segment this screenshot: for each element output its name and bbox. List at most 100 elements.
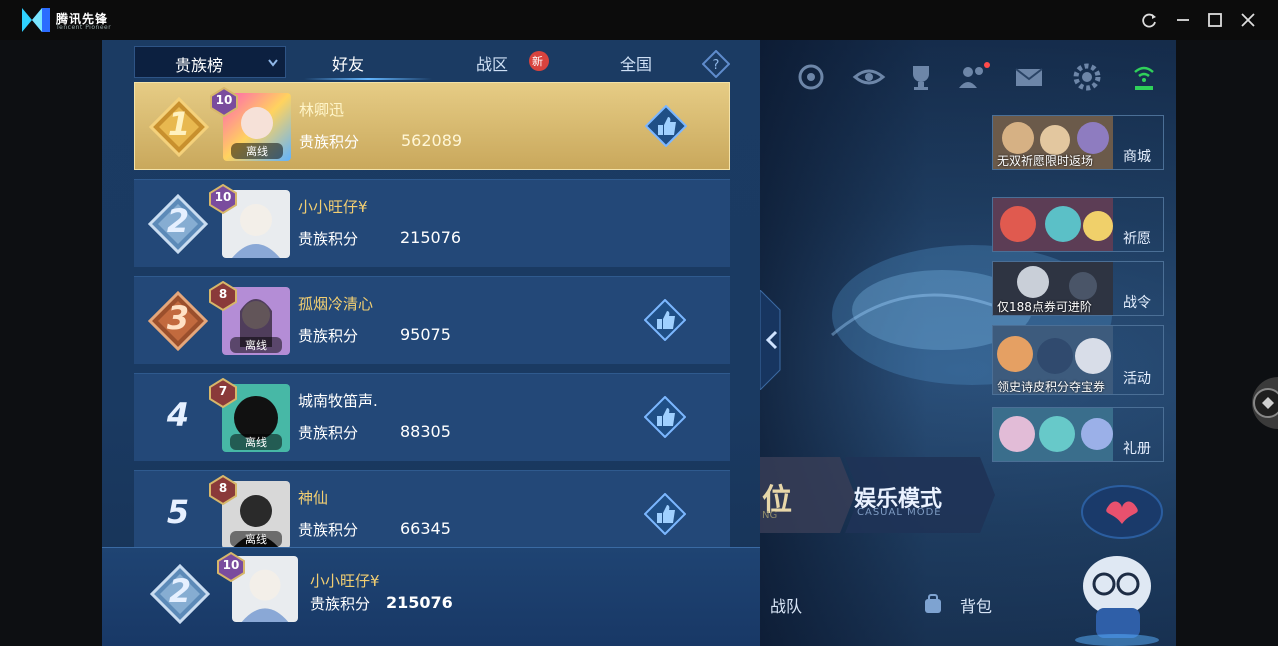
score-label: 贵族积分 [298,521,359,539]
my-noble-level: 10 [222,558,240,572]
mail-icon[interactable] [1012,60,1046,94]
wish-artwork [993,198,1113,251]
board-type-label: 贵族榜 [175,56,224,75]
target-icon[interactable] [794,60,828,94]
rank-number: 1 [167,105,191,143]
offline-tag: 离线 [230,337,282,353]
event-card-pass[interactable]: 战令 仅188点券可进阶 [992,261,1164,316]
rank-number: 2 [166,202,190,240]
board-type-dropdown[interactable]: 贵族榜 [134,46,286,78]
left-gutter [0,40,102,646]
game-viewport: 商城 无双祈愿限时返场 祈愿 战令 仅188点券可进阶 活动 领史诗皮积分夺宝券… [102,40,1176,646]
noble-level: 8 [208,281,238,311]
app-logo-icon [22,8,50,32]
score-value: 66345 [400,519,451,538]
tab-national[interactable]: 全国 [620,51,652,75]
noble-level-text: 10 [215,93,233,107]
leaderboard-row[interactable]: 1 离线 10 林卿迅 贵族积分 562089 [134,82,730,170]
minimize-icon[interactable] [1173,10,1193,30]
my-player-name: 小小旺仔¥ [310,572,380,590]
window-titlebar: 腾讯先锋 Tencent Pioneer [0,0,1278,40]
app-brand: 腾讯先锋 Tencent Pioneer [20,6,140,34]
my-rank-number: 2 [168,572,192,610]
like-thumb-icon[interactable] [645,105,687,147]
like-thumb-icon[interactable] [644,299,686,341]
event-card-caption: 领史诗皮积分夺宝券 [997,380,1106,394]
score-value: 88305 [400,422,451,441]
event-cards: 商城 无双祈愿限时返场 祈愿 战令 仅188点券可进阶 活动 领史诗皮积分夺宝券… [992,115,1164,465]
refresh-icon[interactable] [1139,10,1159,30]
right-gutter [1176,40,1278,646]
event-card-shop[interactable]: 商城 无双祈愿限时返场 [992,115,1164,170]
nav-backpack[interactable]: 背包 [960,593,992,617]
trophy-icon[interactable] [904,60,938,94]
collapse-panel-handle[interactable] [760,290,792,390]
noble-level: 10 [209,87,239,117]
noble-level: 8 [208,475,238,505]
nav-team[interactable]: 战队 [770,593,802,617]
player-name: 小小旺仔¥ [298,198,368,216]
rank-number: 3 [166,299,190,337]
score-value: 95075 [400,325,451,344]
new-badge-label: 新 [532,55,543,68]
ranked-mode-sub: NG [762,510,778,521]
leaderboard-row[interactable]: 3 离线 8 孤烟冷清心 贵族积分 95075 [134,276,730,364]
noble-level-text: 10 [214,190,232,204]
player-name: 城南牧笛声. [298,392,378,410]
friends-icon[interactable] [956,60,990,94]
event-card-wish[interactable]: 祈愿 [992,197,1164,252]
player-name: 林卿迅 [299,101,345,119]
maximize-icon[interactable] [1205,10,1225,30]
lobby-top-icons [792,60,1176,100]
player-name: 神仙 [298,489,329,507]
svg-text:?: ? [713,58,720,73]
event-card-side-label: 活动 [1123,371,1151,387]
event-card-caption: 无双祈愿限时返场 [997,154,1094,168]
close-icon[interactable] [1238,10,1258,30]
leaderboard-row[interactable]: 4 离线 7 城南牧笛声. 贵族积分 88305 [134,373,730,461]
my-score-label: 贵族积分 [310,595,371,613]
offline-tag: 离线 [230,531,282,547]
wifi-signal-icon [1134,66,1154,90]
leaderboard-panel: 贵族榜 好友 战区 新 全国 ? 1 离线 10 林卿迅 贵族积分 562089… [102,40,760,646]
score-value: 562089 [401,131,463,150]
score-label: 贵族积分 [298,230,359,248]
eye-icon[interactable] [852,60,886,94]
leaderboard-row[interactable]: 2 10 小小旺仔¥ 贵族积分 215076 [134,179,730,267]
event-card-activity[interactable]: 活动 领史诗皮积分夺宝券 [992,325,1164,395]
event-card-caption: 仅188点券可进阶 [997,300,1092,314]
noble-level: 10 [208,184,238,214]
backpack-icon [925,594,941,613]
tab-friends[interactable]: 好友 [332,51,364,75]
tab-active-indicator [304,78,432,80]
like-thumb-icon[interactable] [644,493,686,535]
event-card-side-label: 商城 [1123,149,1151,165]
event-card-side-label: 祈愿 [1123,231,1151,247]
floating-tool-icon[interactable] [1240,373,1278,433]
noble-level-text: 8 [218,481,228,495]
offline-tag: 离线 [231,143,283,159]
app-subname: Tencent Pioneer [56,24,112,31]
leaderboard-tabs: 贵族榜 好友 战区 新 全国 ? [134,46,730,80]
book-artwork [993,408,1113,461]
rank-number: 4 [166,396,190,434]
settings-gear-icon[interactable] [1070,60,1104,94]
mascot-character[interactable] [1062,480,1172,646]
casual-mode-sub: CASUAL MODE [857,507,942,518]
score-label: 贵族积分 [298,424,359,442]
rank-number: 5 [166,493,190,531]
player-name: 孤烟冷清心 [298,295,374,313]
leaderboard-row[interactable]: 5 离线 8 神仙 贵族积分 66345 [134,470,730,549]
noble-level-text: 7 [218,384,228,398]
score-label: 贵族积分 [298,327,359,345]
offline-tag: 离线 [230,434,282,450]
tab-region[interactable]: 战区 [476,51,508,75]
like-thumb-icon[interactable] [644,396,686,438]
event-card-book[interactable]: 礼册 [992,407,1164,462]
noble-level-text: 8 [218,287,228,301]
score-value: 215076 [400,228,462,247]
my-score-value: 215076 [386,593,453,612]
help-icon[interactable]: ? [702,50,730,78]
chevron-down-icon [268,59,278,67]
score-label: 贵族积分 [299,133,360,151]
